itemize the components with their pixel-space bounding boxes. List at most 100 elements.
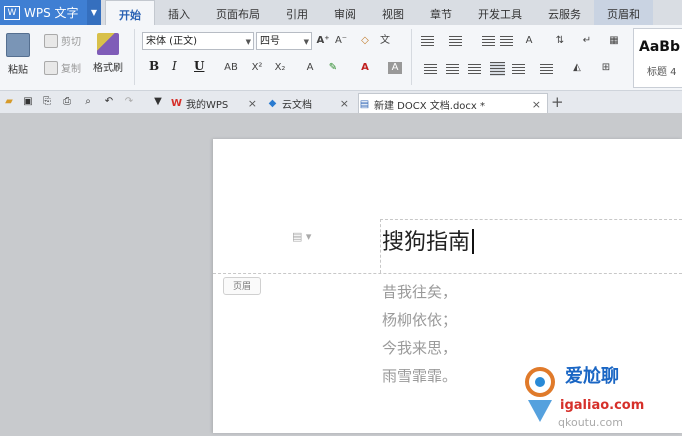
header-box-border: [380, 219, 381, 273]
cut-label: 剪切: [61, 37, 81, 48]
font-name-value: 宋体 (正文): [146, 36, 197, 47]
watermark-brand: 爱尬聊: [565, 366, 619, 387]
phonetic-icon[interactable]: 文: [378, 35, 392, 47]
bold-icon[interactable]: B: [149, 59, 159, 73]
align-right-icon[interactable]: [468, 64, 481, 75]
close-icon[interactable]: ×: [340, 97, 349, 110]
doc-tab-label: 新建 DOCX 文档.docx *: [374, 100, 486, 112]
chevron-down-icon: ▼: [245, 38, 251, 46]
doc-tab-label: 云文档: [282, 99, 312, 111]
highlight-icon[interactable]: ✎: [326, 62, 340, 74]
cloud-icon: ◆: [268, 97, 277, 109]
separator: [411, 29, 412, 85]
align-center-icon[interactable]: [446, 64, 459, 75]
increase-indent-icon[interactable]: [500, 36, 513, 47]
tab-review[interactable]: 审阅: [321, 0, 369, 25]
align-left-icon[interactable]: [424, 64, 437, 75]
text-caret: [472, 229, 475, 254]
text-effect-icon[interactable]: A: [303, 62, 317, 74]
line-spacing-icon[interactable]: [540, 64, 553, 75]
print-icon[interactable]: ⎙: [60, 95, 74, 108]
poem-line: 雨雪霏霏。: [382, 367, 458, 385]
show-marks-icon[interactable]: ↵: [580, 35, 594, 47]
align-justify-icon[interactable]: [490, 62, 505, 76]
subscript-icon[interactable]: X₂: [273, 62, 287, 74]
char-shading-icon[interactable]: A: [388, 62, 402, 74]
font-size-select[interactable]: 四号 ▼: [256, 32, 312, 50]
scissors-icon: [44, 33, 58, 48]
chevron-down-icon[interactable]: ▼: [87, 0, 101, 25]
wps-logo-icon: W: [171, 97, 183, 109]
ribbon-tabs: 开始 插入 页面布局 引用 审阅 视图 章节 开发工具 云服务 页眉和: [105, 0, 653, 26]
app-name: WPS 文字: [24, 6, 79, 20]
print-preview-icon[interactable]: ⌕: [81, 95, 95, 108]
wps-logo-icon: W: [4, 5, 20, 20]
numbered-list-icon[interactable]: [449, 36, 462, 47]
tab-developer[interactable]: 开发工具: [465, 0, 535, 25]
tab-chapter[interactable]: 章节: [417, 0, 465, 25]
chevron-down-icon[interactable]: ▼: [151, 95, 165, 108]
style-gallery[interactable]: AaBb 标题 4: [633, 28, 682, 88]
tab-header-footer[interactable]: 页眉和: [594, 0, 653, 25]
format-painter-label: 格式刷: [93, 63, 123, 74]
doc-tab-new-docx[interactable]: ▤ 新建 DOCX 文档.docx * ×: [358, 93, 548, 114]
doc-tab-my-wps[interactable]: W 我的WPS ×: [171, 93, 263, 113]
copy-button[interactable]: 复制: [44, 60, 81, 75]
cut-button[interactable]: 剪切: [44, 33, 81, 48]
chevron-down-icon: ▼: [303, 38, 309, 46]
header-boundary-line: [213, 273, 682, 274]
strikethrough-icon[interactable]: AB: [220, 62, 242, 74]
style-name: 标题 4: [647, 67, 677, 78]
save-icon[interactable]: ▣: [21, 95, 35, 108]
tab-references[interactable]: 引用: [273, 0, 321, 25]
distribute-icon[interactable]: [512, 64, 525, 75]
tab-home[interactable]: 开始: [105, 0, 155, 26]
new-tab-button[interactable]: +: [551, 93, 564, 111]
bullet-list-icon[interactable]: [421, 36, 434, 47]
poem-line: 杨柳依依；: [382, 311, 458, 329]
open-folder-icon[interactable]: ▰: [2, 95, 16, 108]
superscript-icon[interactable]: X²: [250, 62, 264, 74]
doc-tab-cloud-docs[interactable]: ◆ 云文档 ×: [267, 93, 355, 113]
clear-format-icon[interactable]: ◇: [358, 35, 372, 47]
copy-label: 复制: [61, 64, 81, 75]
underline-icon[interactable]: U: [194, 59, 204, 73]
decrease-indent-icon[interactable]: [482, 36, 495, 47]
font-size-value: 四号: [260, 36, 280, 47]
undo-icon[interactable]: ↶: [102, 95, 116, 108]
redo-icon[interactable]: ↷: [122, 95, 136, 108]
separator: [134, 29, 135, 85]
paste-label: 粘贴: [8, 65, 28, 76]
grow-font-icon[interactable]: A⁺: [316, 35, 330, 47]
italic-icon[interactable]: I: [172, 59, 177, 73]
font-color-icon[interactable]: A: [358, 62, 372, 74]
tab-cloud[interactable]: 云服务: [535, 0, 594, 25]
export-icon[interactable]: ⎘: [40, 95, 54, 108]
header-box-border: [380, 219, 682, 220]
poem-line: 昔我往矣，: [382, 283, 458, 301]
tab-view[interactable]: 视图: [369, 0, 417, 25]
chinese-layout-icon[interactable]: A: [522, 35, 536, 47]
body-text[interactable]: 昔我往矣， 杨柳依依； 今我来思， 雨雪霏霏。: [382, 278, 457, 390]
watermark: 爱尬聊 igaliao.com qkoutu.com: [520, 360, 680, 433]
document-tab-bar: ▰ ▣ ⎘ ⎙ ⌕ ↶ ↷ ▼ W 我的WPS × ◆ 云文档 × ▤ 新建 D…: [0, 91, 682, 114]
header-text[interactable]: 搜狗指南: [382, 224, 475, 256]
app-menu-button[interactable]: W WPS 文字 ▼: [0, 0, 101, 25]
shrink-font-icon[interactable]: A⁻: [334, 35, 348, 47]
tab-page-layout[interactable]: 页面布局: [203, 0, 273, 25]
shading-icon[interactable]: ◭: [570, 62, 584, 74]
font-name-select[interactable]: 宋体 (正文) ▼: [142, 32, 254, 50]
table-icon[interactable]: ▦: [607, 35, 621, 47]
format-painter-button[interactable]: 格式刷: [93, 33, 123, 74]
paste-button[interactable]: 粘贴: [6, 33, 30, 76]
tab-insert[interactable]: 插入: [155, 0, 203, 25]
border-icon[interactable]: ⊞: [599, 62, 613, 74]
sort-icon[interactable]: ⇅: [553, 35, 567, 47]
close-icon[interactable]: ×: [248, 97, 257, 110]
title-menu-bar: W WPS 文字 ▼ 开始 插入 页面布局 引用 审阅 视图 章节 开发工具 云…: [0, 0, 682, 26]
paste-icon: [6, 33, 30, 57]
header-label: 页眉: [223, 277, 261, 295]
copy-icon: [44, 60, 58, 75]
header-insert-icon[interactable]: ▤ ▾: [292, 230, 311, 243]
close-icon[interactable]: ×: [532, 98, 541, 111]
